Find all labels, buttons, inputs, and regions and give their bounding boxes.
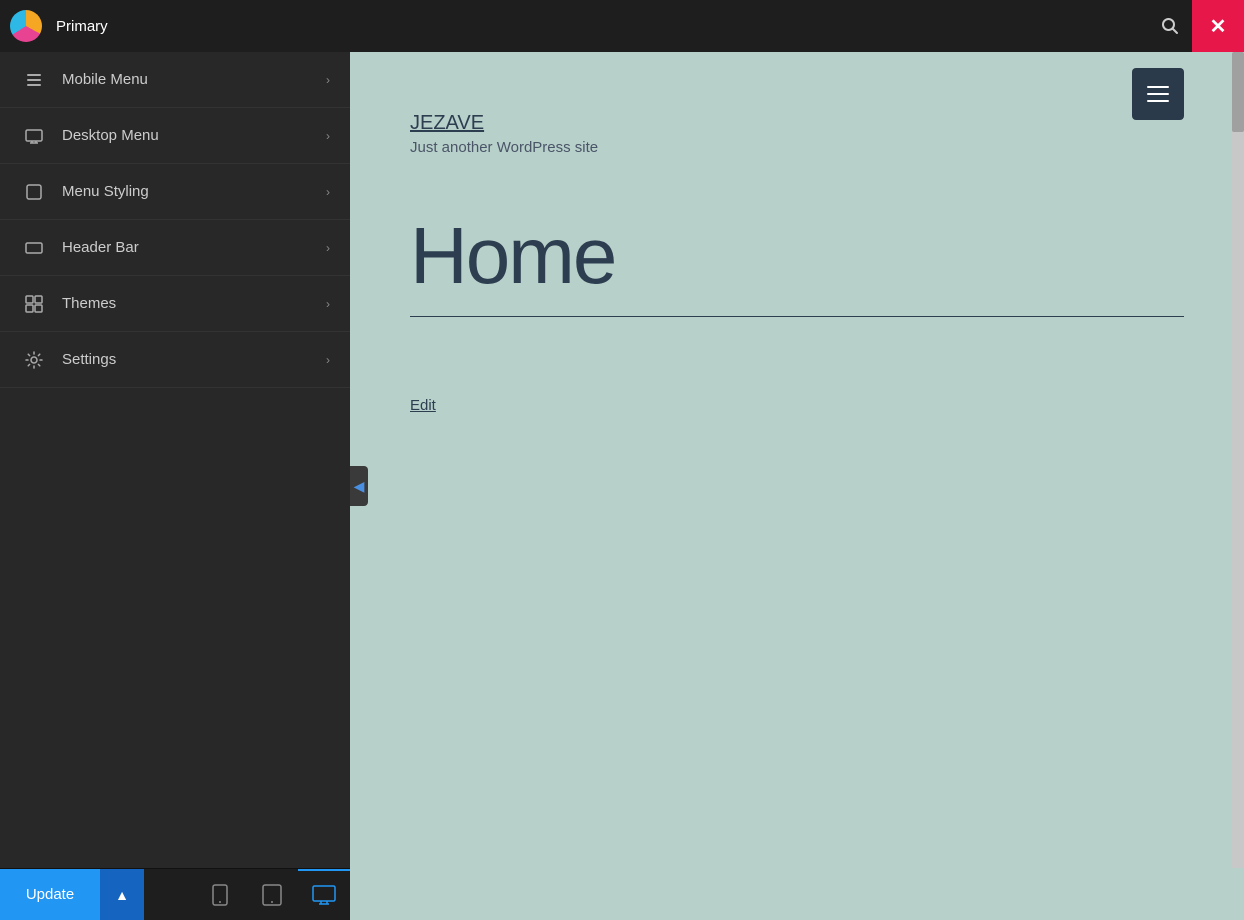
preview-header: JEZAVE Just another WordPress site bbox=[350, 52, 1244, 176]
sidebar: Mobile Menu › Desktop Menu › bbox=[0, 52, 350, 920]
arrow-up-icon: ▲ bbox=[115, 887, 129, 903]
header-bar-label: Header Bar bbox=[62, 239, 326, 256]
sidebar-item-header-bar[interactable]: Header Bar › bbox=[0, 220, 350, 276]
logo-circle bbox=[10, 10, 42, 42]
mobile-menu-label: Mobile Menu bbox=[62, 71, 326, 88]
sidebar-item-menu-styling[interactable]: Menu Styling › bbox=[0, 164, 350, 220]
tablet-device-button[interactable] bbox=[246, 869, 298, 920]
themes-chevron: › bbox=[326, 297, 330, 311]
update-button[interactable]: Update bbox=[0, 869, 100, 920]
menu-styling-label: Menu Styling bbox=[62, 183, 326, 200]
settings-label: Settings bbox=[62, 351, 326, 368]
hero-title: Home bbox=[410, 216, 1184, 296]
header-bar-chevron: › bbox=[326, 241, 330, 255]
arrow-up-button[interactable]: ▲ bbox=[100, 869, 144, 920]
desktop-menu-label: Desktop Menu bbox=[62, 127, 326, 144]
sidebar-nav: Mobile Menu › Desktop Menu › bbox=[0, 52, 350, 868]
sidebar-item-themes[interactable]: Themes › bbox=[0, 276, 350, 332]
site-title[interactable]: JEZAVE bbox=[410, 112, 1184, 135]
desktop-menu-icon bbox=[20, 122, 48, 150]
mobile-menu-icon bbox=[20, 66, 48, 94]
site-tagline: Just another WordPress site bbox=[410, 139, 1184, 156]
scrollbar-track[interactable] bbox=[1232, 52, 1244, 868]
collapse-icon: ◀ bbox=[354, 478, 365, 495]
mobile-device-button[interactable] bbox=[194, 869, 246, 920]
top-bar: Primary ✕ bbox=[0, 0, 1244, 52]
edit-link[interactable]: Edit bbox=[410, 397, 436, 414]
preview-content: JEZAVE Just another WordPress site Home … bbox=[350, 52, 1244, 920]
sidebar-collapse-toggle[interactable]: ◀ bbox=[350, 466, 368, 506]
settings-chevron: › bbox=[326, 353, 330, 367]
header-bar-icon bbox=[20, 234, 48, 262]
preview-area: JEZAVE Just another WordPress site Home … bbox=[350, 52, 1244, 920]
search-button[interactable] bbox=[1148, 0, 1192, 52]
main-layout: Mobile Menu › Desktop Menu › bbox=[0, 52, 1244, 920]
sidebar-item-mobile-menu[interactable]: Mobile Menu › bbox=[0, 52, 350, 108]
desktop-menu-chevron: › bbox=[326, 129, 330, 143]
themes-label: Themes bbox=[62, 295, 326, 312]
sidebar-item-settings[interactable]: Settings › bbox=[0, 332, 350, 388]
bottom-toolbar: Update ▲ bbox=[0, 868, 350, 920]
settings-icon bbox=[20, 346, 48, 374]
preview-hero: Home bbox=[350, 176, 1244, 317]
close-icon: ✕ bbox=[1210, 14, 1227, 39]
desktop-device-button[interactable] bbox=[298, 869, 350, 920]
panel-title: Primary bbox=[52, 18, 1148, 35]
themes-icon bbox=[20, 290, 48, 318]
mobile-menu-chevron: › bbox=[326, 73, 330, 87]
close-button[interactable]: ✕ bbox=[1192, 0, 1244, 52]
preview-divider bbox=[410, 316, 1184, 317]
menu-styling-chevron: › bbox=[326, 185, 330, 199]
menu-styling-icon bbox=[20, 178, 48, 206]
app-logo bbox=[0, 0, 52, 52]
scrollbar-thumb[interactable] bbox=[1232, 52, 1244, 132]
sidebar-item-desktop-menu[interactable]: Desktop Menu › bbox=[0, 108, 350, 164]
